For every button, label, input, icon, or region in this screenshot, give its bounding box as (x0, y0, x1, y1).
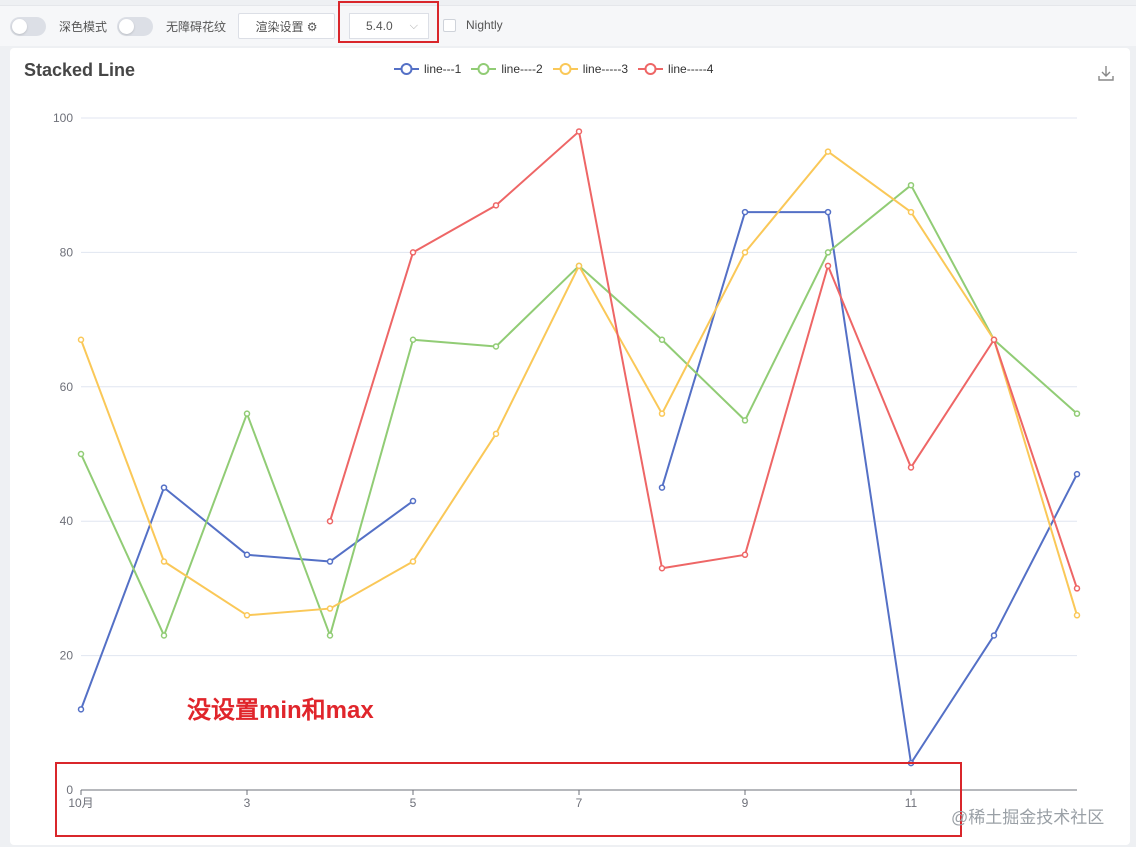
data-point-4 (492, 202, 500, 209)
data-point-4 (326, 517, 334, 525)
x-tick-label: 3 (244, 796, 251, 810)
data-point-2 (907, 181, 915, 189)
data-point-3 (160, 558, 168, 565)
x-tick-label: 11 (905, 796, 918, 810)
x-tick-label: 10月 (68, 796, 93, 810)
annotation-text: 没设置min和max (187, 697, 374, 724)
data-point-4 (741, 551, 749, 559)
series-line-3 (80, 150, 1078, 617)
data-point-1 (741, 208, 749, 216)
data-point-4 (409, 249, 417, 256)
data-point-3 (575, 262, 583, 270)
data-point-3 (658, 410, 666, 417)
data-point-4 (907, 464, 915, 471)
data-point-2 (77, 450, 85, 458)
data-point-1 (326, 558, 334, 565)
data-point-4 (575, 128, 583, 135)
data-point-2 (492, 343, 500, 350)
data-point-1 (658, 484, 666, 491)
watermark: @稀土掘金技术社区 (951, 808, 1105, 827)
data-point-1 (160, 484, 168, 491)
data-point-2 (1073, 410, 1081, 417)
data-point-1 (990, 632, 998, 639)
data-point-1 (409, 497, 417, 505)
series-line-4 (329, 130, 1078, 589)
data-point-3 (907, 208, 915, 216)
data-point-3 (492, 430, 500, 438)
data-point-3 (77, 336, 85, 344)
x-tick-label: 5 (410, 796, 417, 810)
data-point-2 (741, 417, 749, 424)
data-point-2 (326, 632, 334, 639)
data-point-3 (1073, 612, 1081, 619)
y-tick-label: 20 (60, 649, 74, 663)
y-tick-label: 40 (60, 514, 74, 528)
data-point-4 (824, 262, 832, 270)
y-tick-label: 0 (66, 783, 73, 797)
data-point-2 (824, 249, 832, 256)
data-point-1 (1073, 470, 1081, 478)
data-point-1 (824, 208, 832, 216)
data-point-2 (160, 632, 168, 639)
data-point-1 (907, 759, 915, 767)
chart-plot: 0 20 40 60 80 100 10月 3 5 7 9 11 (53, 111, 1081, 810)
data-point-4 (990, 336, 998, 344)
data-point-1 (243, 551, 251, 559)
data-point-3 (741, 249, 749, 256)
data-point-3 (243, 612, 251, 619)
data-point-2 (243, 410, 251, 417)
x-tick-label: 7 (576, 796, 583, 810)
data-point-4 (1073, 585, 1081, 592)
data-point-3 (409, 558, 417, 565)
y-tick-label: 80 (60, 245, 74, 259)
x-tick-label: 9 (742, 796, 749, 810)
data-point-4 (658, 564, 666, 572)
data-point-2 (409, 336, 417, 344)
data-point-2 (658, 336, 666, 344)
y-tick-label: 60 (60, 380, 74, 394)
y-tick-label: 100 (53, 111, 73, 125)
data-point-3 (326, 605, 334, 612)
data-point-1 (77, 706, 85, 713)
data-point-3 (824, 148, 832, 155)
